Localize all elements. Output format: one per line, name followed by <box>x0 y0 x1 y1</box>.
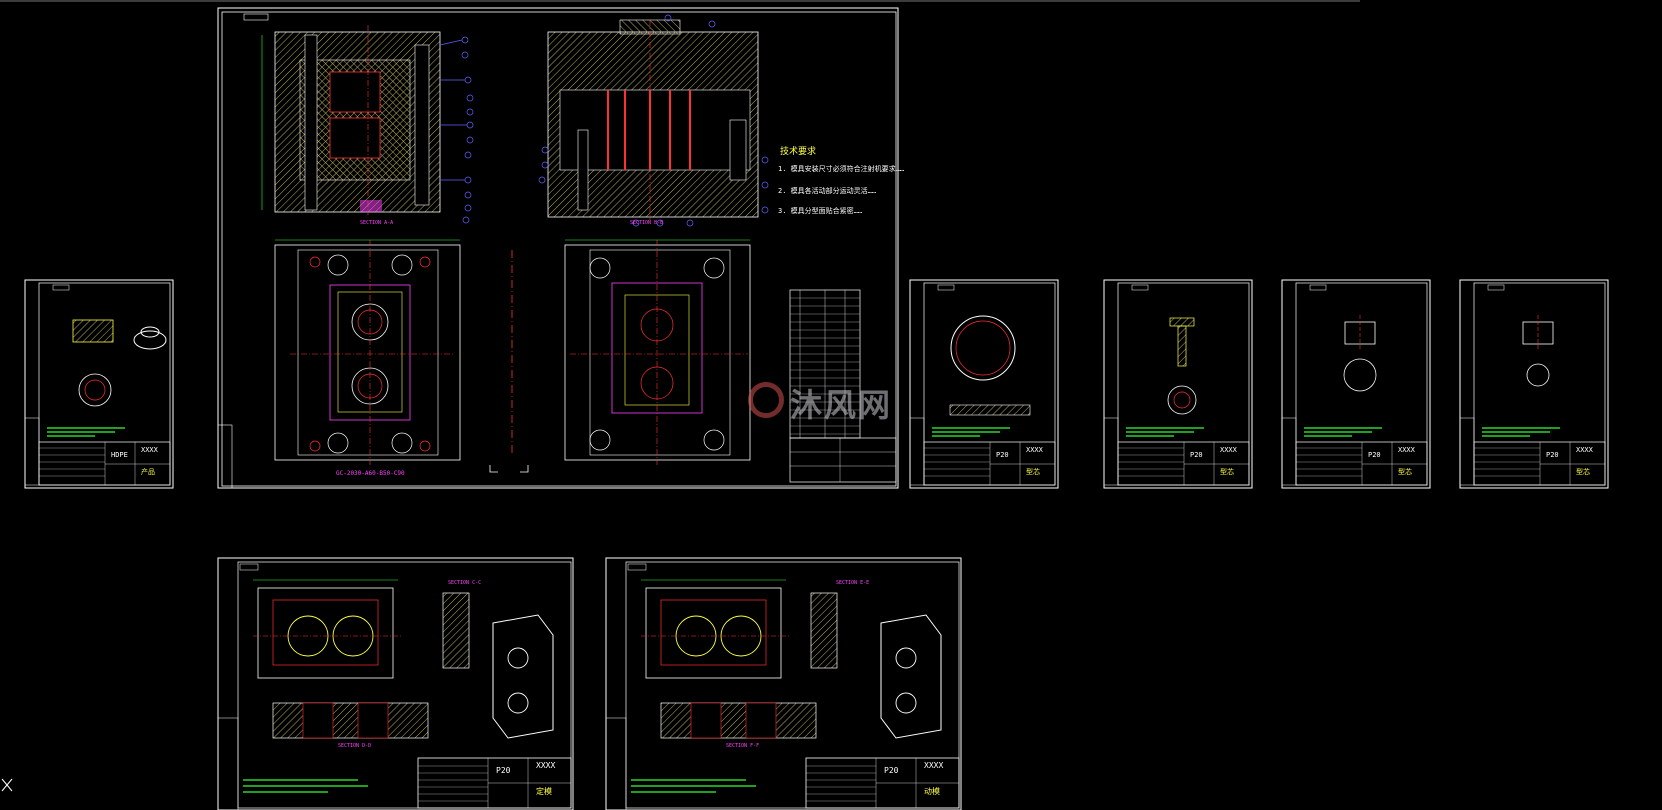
part-material: P20 <box>996 451 1009 459</box>
part-name: 产品 <box>141 468 155 476</box>
part-drawing-sheet-5 <box>1459 279 1609 489</box>
plate-section-label-1: SECTION C-C <box>448 580 482 586</box>
part-material: HDPE <box>111 451 128 459</box>
tech-requirement-line-2: 2. 模具各活动部分运动灵活…… <box>778 187 877 195</box>
watermark-text: 沐风网 <box>790 386 893 424</box>
tech-requirement-line-1: 1. 模具安装尺寸必须符合注射机要求…… <box>778 165 905 173</box>
crosshair-icon <box>1 778 13 792</box>
part-code: XXXX <box>141 446 158 454</box>
balloon-callouts-a <box>439 36 474 224</box>
part-code: XXXX <box>1398 446 1415 454</box>
part-code: XXXX <box>1576 446 1593 454</box>
part-name: 型芯 <box>1398 468 1412 476</box>
watermark-logo-icon <box>748 382 784 418</box>
plate-section-label-2: SECTION F-F <box>726 743 760 749</box>
part-code: XXXX <box>1026 446 1043 454</box>
section-label-a: SECTION A-A <box>360 220 394 226</box>
part-code: XXXX <box>1220 446 1237 454</box>
plate-material: P20 <box>496 766 511 775</box>
plate-drawing-sheet-2 <box>605 557 962 810</box>
plate-name: 动模 <box>924 787 940 796</box>
plate-section-label-1: SECTION E-E <box>836 580 870 586</box>
part-material: P20 <box>1546 451 1559 459</box>
part-name: 型芯 <box>1026 468 1040 476</box>
section-label-b: SECTION B-B <box>630 220 664 226</box>
plate-name: 定模 <box>536 787 552 796</box>
mold-base-label: GC-2030-A60-B50-C90 <box>336 470 405 477</box>
part-drawing-sheet-1 <box>24 279 174 489</box>
tech-requirements-title: 技术要求 <box>780 147 817 157</box>
section-view-a <box>261 25 441 215</box>
part-drawing-sheet-3 <box>1103 279 1253 489</box>
tech-requirement-line-3: 3. 模具分型面贴合紧密…… <box>778 207 863 215</box>
part-name: 型芯 <box>1220 468 1234 476</box>
part-material: P20 <box>1190 451 1203 459</box>
plate-drawing-sheet-1 <box>217 557 574 810</box>
part-material: P20 <box>1368 451 1381 459</box>
plate-material: P20 <box>884 766 899 775</box>
part-drawing-sheet-2 <box>909 279 1059 489</box>
plate-section-label-2: SECTION D-D <box>338 743 372 749</box>
section-view-b <box>547 19 759 220</box>
plan-view-moving-half <box>564 239 751 465</box>
left-sidebar-strip <box>217 424 233 489</box>
part-name: 型芯 <box>1576 468 1590 476</box>
plate-code: XXXX <box>924 761 944 770</box>
part-drawing-sheet-4 <box>1281 279 1431 489</box>
plan-view-fixed-half <box>274 239 461 465</box>
plate-code: XXXX <box>536 761 556 770</box>
